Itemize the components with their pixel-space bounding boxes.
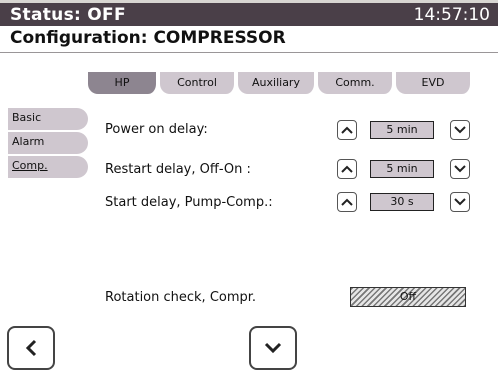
power-on-delay-down-button[interactable]: [450, 120, 470, 140]
chevron-up-icon: [341, 165, 353, 173]
rotation-check-value: Off: [350, 287, 466, 307]
sidebar-item-alarm[interactable]: Alarm: [8, 132, 88, 154]
tab-control[interactable]: Control: [160, 72, 236, 94]
restart-delay-up-button[interactable]: [337, 159, 357, 179]
tab-comm[interactable]: Comm.: [318, 72, 394, 94]
start-delay-down-button[interactable]: [450, 192, 470, 212]
chevron-up-icon: [341, 126, 353, 134]
tab-hp[interactable]: HP: [88, 72, 158, 94]
restart-delay-label: Restart delay, Off-On :: [105, 162, 251, 177]
chevron-down-icon: [264, 342, 282, 354]
tab-evd[interactable]: EVD: [396, 72, 472, 94]
power-on-delay-up-button[interactable]: [337, 120, 357, 140]
start-delay-value[interactable]: 30 s: [370, 193, 434, 211]
chevron-down-icon: [454, 198, 466, 206]
chevron-left-icon: [25, 339, 37, 357]
status-bar: Status: OFF 14:57:10: [0, 0, 498, 26]
tab-auxiliary[interactable]: Auxiliary: [238, 72, 316, 94]
power-on-delay-value[interactable]: 5 min: [370, 121, 434, 139]
back-button[interactable]: [7, 326, 55, 370]
restart-delay-value[interactable]: 5 min: [370, 160, 434, 178]
chevron-down-icon: [454, 165, 466, 173]
sidebar-item-basic[interactable]: Basic: [8, 108, 88, 130]
start-delay-up-button[interactable]: [337, 192, 357, 212]
sidebar-item-comp[interactable]: Comp.: [8, 156, 88, 178]
scroll-down-button[interactable]: [249, 326, 297, 370]
status-label: Status: OFF: [10, 5, 126, 25]
restart-delay-down-button[interactable]: [450, 159, 470, 179]
config-header: Configuration: COMPRESSOR: [0, 26, 498, 53]
status-time: 14:57:10: [413, 5, 490, 25]
rotation-check-label: Rotation check, Compr.: [105, 290, 257, 305]
chevron-down-icon: [454, 126, 466, 134]
page-title: Configuration: COMPRESSOR: [10, 28, 286, 48]
power-on-delay-label: Power on delay:: [105, 122, 208, 137]
chevron-up-icon: [341, 198, 353, 206]
start-delay-label: Start delay, Pump-Comp.:: [105, 195, 273, 210]
